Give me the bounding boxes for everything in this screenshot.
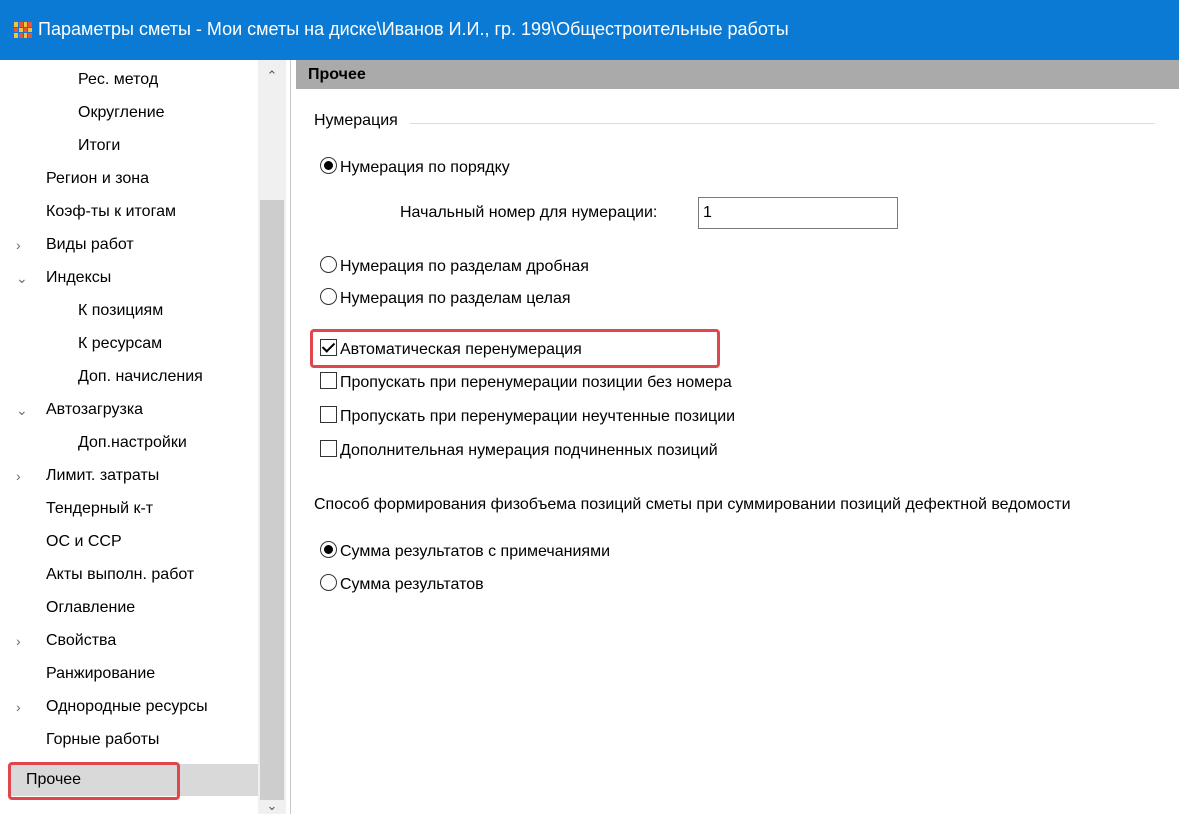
scrollbar-thumb[interactable] xyxy=(260,200,284,800)
settings-panel: Прочее Нумерация Нумерация по порядку На… xyxy=(296,60,1179,814)
nav-item-work-acts[interactable]: Акты выполн. работ xyxy=(46,560,194,590)
chevron-right-icon[interactable]: › xyxy=(16,626,21,656)
nav-item-limit-costs[interactable]: › Лимит. затраты xyxy=(0,461,250,491)
title-bar: Параметры сметы - Мои сметы на диске\Ива… xyxy=(0,0,1179,60)
nav-item-properties[interactable]: › Свойства xyxy=(0,626,250,656)
group-title-numbering: Нумерация xyxy=(314,112,398,129)
nav-item-total-coefs[interactable]: Коэф-ты к итогам xyxy=(46,197,176,227)
checkbox[interactable] xyxy=(320,440,337,458)
sidebar-scrollbar[interactable]: ⌃ ⌄ xyxy=(258,60,286,814)
nav-item-region-zone[interactable]: Регион и зона xyxy=(46,164,149,194)
start-number-input[interactable]: 1 xyxy=(698,197,898,229)
app-grid-icon xyxy=(14,22,32,38)
nav-item-ranking[interactable]: Ранжирование xyxy=(46,659,155,689)
scroll-down-icon[interactable]: ⌄ xyxy=(258,798,286,814)
radio-button[interactable] xyxy=(320,574,337,592)
chevron-right-icon[interactable]: › xyxy=(16,230,21,260)
section-header: Прочее xyxy=(296,60,1179,89)
settings-nav-tree[interactable]: Рес. метод Округление Итоги Регион и зон… xyxy=(0,60,291,814)
nav-item-tender-coef[interactable]: Тендерный к-т xyxy=(46,494,153,524)
nav-item-other[interactable]: Прочее xyxy=(26,765,81,795)
nav-item-contents[interactable]: Оглавление xyxy=(46,593,135,623)
checkbox-auto-renumber[interactable]: Автоматическая перенумерация xyxy=(320,338,582,362)
window-title: Параметры сметы - Мои сметы на диске\Ива… xyxy=(38,19,789,39)
group-title-volume: Способ формирования физобъема позиций см… xyxy=(314,496,1071,513)
radio-button[interactable] xyxy=(320,256,337,274)
nav-item-totals[interactable]: Итоги xyxy=(78,131,120,161)
checkbox[interactable] xyxy=(320,372,337,390)
checkbox[interactable] xyxy=(320,406,337,424)
nav-item-additional-charges[interactable]: Доп. начисления xyxy=(78,362,203,392)
radio-volume-plain[interactable]: Сумма результатов xyxy=(320,573,484,597)
radio-numbering-whole[interactable]: Нумерация по разделам целая xyxy=(320,287,571,311)
chevron-right-icon[interactable]: › xyxy=(16,461,21,491)
nav-item-os-ssr[interactable]: ОС и ССР xyxy=(46,527,122,557)
chevron-down-icon[interactable]: ⌄ xyxy=(16,263,28,293)
nav-item-mining-works[interactable]: Горные работы xyxy=(46,725,159,755)
radio-button-selected[interactable] xyxy=(320,157,337,175)
radio-volume-with-notes[interactable]: Сумма результатов с примечаниями xyxy=(320,540,610,564)
radio-numbering-sequential[interactable]: Нумерация по порядку xyxy=(320,156,510,180)
start-number-label: Начальный номер для нумерации: xyxy=(400,204,658,221)
checkbox-skip-unaccounted[interactable]: Пропускать при перенумерации неучтенные … xyxy=(320,405,735,429)
checkbox-subordinate-numbering[interactable]: Дополнительная нумерация подчиненных поз… xyxy=(320,439,718,463)
radio-numbering-fractional[interactable]: Нумерация по разделам дробная xyxy=(320,255,589,279)
checkbox-skip-unnumbered[interactable]: Пропускать при перенумерации позиции без… xyxy=(320,371,732,395)
chevron-right-icon[interactable]: › xyxy=(16,692,21,722)
nav-item-to-resources[interactable]: К ресурсам xyxy=(78,329,162,359)
group-divider xyxy=(410,123,1155,124)
checkbox-checked[interactable] xyxy=(320,339,337,357)
nav-item-indexes[interactable]: ⌄ Индексы xyxy=(0,263,250,293)
scroll-up-icon[interactable]: ⌃ xyxy=(258,68,286,84)
nav-item-rounding[interactable]: Округление xyxy=(78,98,165,128)
nav-item-to-positions[interactable]: К позициям xyxy=(78,296,163,326)
nav-item-res-method[interactable]: Рес. метод xyxy=(78,65,158,95)
nav-item-work-types[interactable]: › Виды работ xyxy=(0,230,250,260)
radio-button[interactable] xyxy=(320,288,337,306)
nav-item-extra-settings[interactable]: Доп.настройки xyxy=(78,428,187,458)
radio-button-selected[interactable] xyxy=(320,541,337,559)
nav-item-homogeneous-resources[interactable]: › Однородные ресурсы xyxy=(0,692,250,722)
chevron-down-icon[interactable]: ⌄ xyxy=(16,395,28,425)
nav-item-autoload[interactable]: ⌄ Автозагрузка xyxy=(0,395,250,425)
